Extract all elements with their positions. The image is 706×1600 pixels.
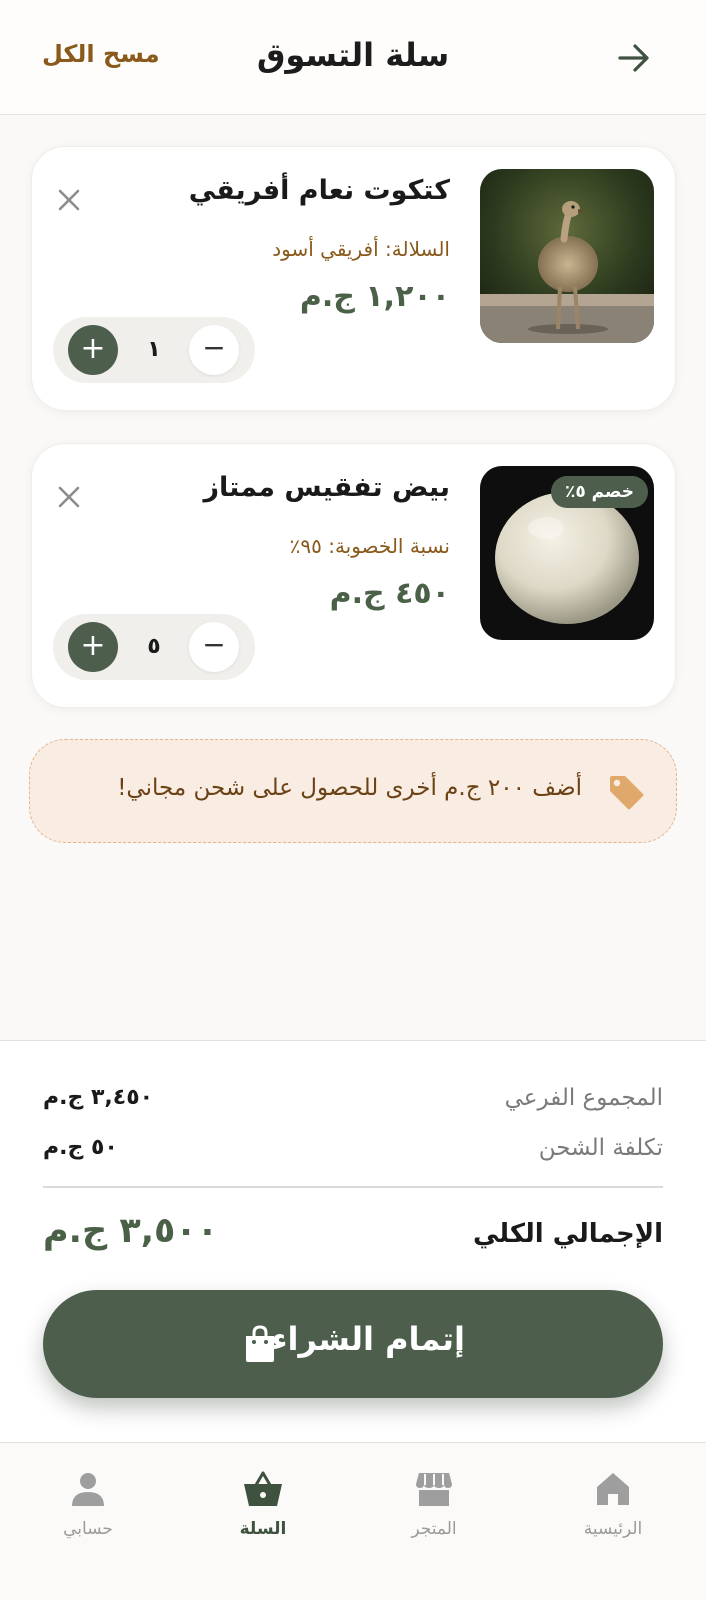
plus-icon: + (80, 628, 106, 663)
ostrich-egg-image: خصم ٥٪ (480, 466, 654, 640)
subtotal-value: ٣,٤٥٠ ج.م (43, 1085, 154, 1110)
checkout-label: إتمام الشراء (271, 1320, 465, 1358)
item-title: كتكوت نعام أفريقي (188, 175, 450, 206)
ostrich-chick-image (480, 169, 654, 343)
nav-cart-label: السلة (239, 1519, 287, 1539)
decrease-quantity-button[interactable]: − (189, 622, 239, 672)
shopping-bag-icon (246, 1325, 274, 1362)
checkout-button[interactable]: إتمام الشراء (43, 1290, 663, 1398)
bottom-navigation: الرئيسية المتجر السلة حسابي (0, 1442, 706, 1600)
item-title: بيض تفقيس ممتاز (203, 472, 450, 503)
decrease-quantity-button[interactable]: − (189, 325, 239, 375)
nav-home[interactable]: الرئيسية (553, 1469, 673, 1569)
discount-badge: خصم ٥٪ (550, 476, 648, 508)
nav-account-label: حسابي (63, 1519, 113, 1539)
nav-account[interactable]: حسابي (28, 1469, 148, 1569)
shipping-label: تكلفة الشحن (538, 1135, 663, 1161)
minus-icon: − (202, 628, 226, 661)
subtotal-label: المجموع الفرعي (504, 1085, 663, 1111)
order-summary: المجموع الفرعي ٣,٤٥٠ ج.م تكلفة الشحن ٥٠ … (0, 1040, 706, 1442)
plus-icon: + (80, 331, 106, 366)
clear-all-button[interactable]: مسح الكل (42, 40, 160, 68)
item-price: ٤٥٠ ج.م (329, 576, 450, 611)
total-label: الإجمالي الكلي (472, 1219, 663, 1249)
cart-item: خصم ٥٪ بيض تفقيس ممتاز نسبة الخصوبة: ٩٥٪… (31, 443, 676, 708)
close-icon (58, 486, 80, 508)
quantity-value: ١ (147, 337, 161, 362)
remove-item-button[interactable] (54, 482, 84, 512)
nav-store-label: المتجر (411, 1519, 457, 1539)
subtotal-row: المجموع الفرعي ٣,٤٥٠ ج.م (43, 1085, 663, 1119)
shipping-value: ٥٠ ج.م (43, 1135, 118, 1160)
home-icon (597, 1473, 629, 1505)
tag-icon (610, 776, 644, 810)
header: سلة التسوق مسح الكل (0, 0, 706, 115)
item-price: ١,٢٠٠ ج.م (299, 279, 450, 314)
store-icon (416, 1473, 452, 1506)
user-icon (72, 1473, 104, 1506)
nav-home-label: الرئيسية (583, 1519, 643, 1539)
basket-icon (244, 1471, 282, 1506)
item-breed: السلالة: أفريقي أسود (272, 237, 450, 261)
free-shipping-text: أضف ٢٠٠ ج.م أخرى للحصول على شحن مجاني! (117, 775, 582, 801)
quantity-value: ٥ (147, 634, 161, 659)
close-icon (58, 189, 80, 211)
cart-item: كتكوت نعام أفريقي السلالة: أفريقي أسود ١… (31, 146, 676, 411)
increase-quantity-button[interactable]: + (68, 325, 118, 375)
quantity-stepper: + ٥ − (53, 614, 255, 680)
nav-store[interactable]: المتجر (374, 1469, 494, 1569)
increase-quantity-button[interactable]: + (68, 622, 118, 672)
total-value: ٣,٥٠٠ ج.م (43, 1211, 219, 1251)
summary-divider (43, 1186, 663, 1188)
shipping-row: تكلفة الشحن ٥٠ ج.م (43, 1135, 663, 1169)
free-shipping-banner: أضف ٢٠٠ ج.م أخرى للحصول على شحن مجاني! (29, 739, 677, 843)
minus-icon: − (202, 331, 226, 364)
nav-cart[interactable]: السلة (203, 1469, 323, 1569)
quantity-stepper: + ١ − (53, 317, 255, 383)
remove-item-button[interactable] (54, 185, 84, 215)
item-fertility: نسبة الخصوبة: ٩٥٪ (289, 534, 450, 558)
